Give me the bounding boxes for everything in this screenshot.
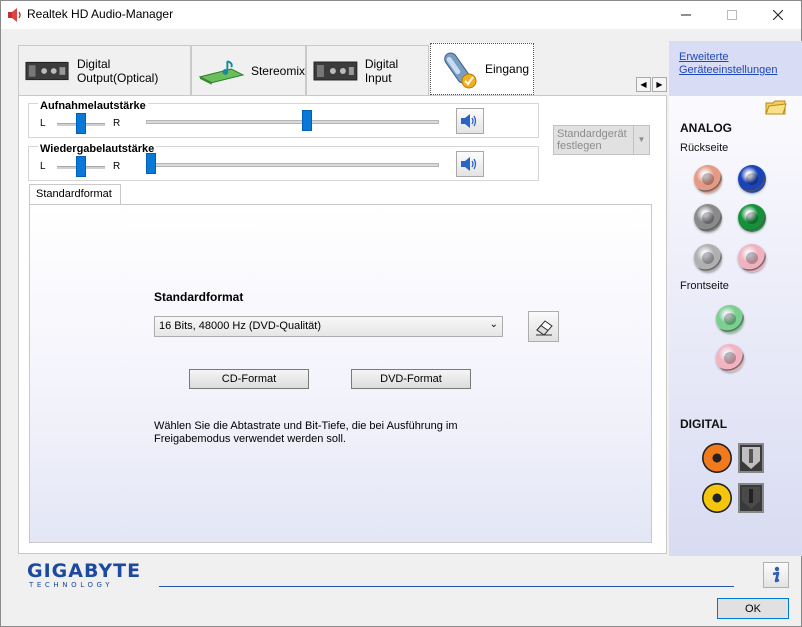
tab-scroll-right-button[interactable]: ▶ — [652, 77, 667, 92]
reset-format-button[interactable] — [528, 311, 559, 342]
tab-stereomix[interactable]: Stereomix — [191, 45, 306, 95]
digital-input-device-icon — [313, 61, 358, 80]
brand-sub: TECHNOLOGY — [29, 581, 114, 589]
info-button[interactable] — [763, 562, 789, 588]
recording-volume-slider[interactable] — [301, 110, 312, 131]
playback-balance-slider[interactable] — [76, 156, 86, 177]
speaker-icon — [461, 157, 477, 171]
front-jack-icon[interactable] — [716, 305, 744, 333]
back-jack-icon[interactable] — [738, 165, 766, 193]
app-window: Realtek HD Audio-Manager Digital Output(… — [0, 0, 802, 627]
microphone-check-icon — [444, 52, 477, 89]
tab-label: Stereomix — [250, 63, 305, 78]
advanced-device-settings-link[interactable]: Erweiterte Geräteeinstellungen — [679, 51, 777, 77]
connector-sidebar — [669, 41, 802, 556]
playback-volume-slider[interactable] — [146, 153, 156, 174]
back-panel-label: Rückseite — [680, 142, 729, 154]
tab-scroll-left-button[interactable]: ◀ — [636, 77, 651, 92]
jack-hole — [724, 352, 736, 364]
close-button[interactable] — [755, 1, 801, 29]
arrow-right-icon: ▶ — [656, 80, 663, 89]
device-tab-bar: Digital Output(Optical) Stereomix Digita… — [18, 43, 668, 95]
format-select-value: 16 Bits, 48000 Hz (DVD-Qualität) — [159, 320, 322, 332]
tab-digital-output-optical[interactable]: Digital Output(Optical) — [18, 45, 191, 95]
tab-label: Digital Input — [364, 56, 399, 85]
spdif-coax-input-icon[interactable] — [702, 483, 732, 513]
digital-heading: DIGITAL — [680, 417, 728, 431]
jack-hole — [702, 212, 714, 224]
ok-button[interactable]: OK — [717, 598, 789, 619]
cd-format-button[interactable]: CD-Format — [189, 369, 309, 389]
arrow-left-icon: ◀ — [640, 80, 647, 89]
tab-eingang[interactable]: Eingang — [430, 43, 534, 95]
jack-hole — [746, 252, 758, 264]
close-icon — [773, 10, 783, 20]
tab-label: Digital Output(Optical) — [76, 56, 159, 85]
jack-hole — [702, 252, 714, 264]
gigabyte-logo: GIGABYTE TECHNOLOGY — [27, 560, 142, 590]
optical-input-icon[interactable] — [738, 483, 764, 513]
analog-heading: ANALOG — [680, 121, 732, 135]
format-title: Standardformat — [154, 290, 244, 304]
dvd-format-button[interactable]: DVD-Format — [351, 369, 471, 389]
tab-label: Eingang — [485, 62, 530, 76]
back-jack-icon[interactable] — [694, 165, 722, 193]
digital-output-device-icon — [25, 61, 69, 80]
format-select[interactable]: 16 Bits, 48000 Hz (DVD-Qualität) ⌄ — [154, 316, 503, 337]
jack-hole — [724, 313, 736, 325]
divider — [159, 586, 734, 587]
playback-volume-track — [146, 163, 439, 167]
format-description: Wählen Sie die Abtastrate und Bit-Tiefe,… — [154, 420, 484, 446]
jack-hole — [702, 173, 714, 185]
brand-name: GIGABYTE — [27, 560, 142, 582]
optical-port-shape — [742, 447, 760, 469]
back-jack-icon[interactable] — [694, 244, 722, 272]
jack-hole — [746, 212, 758, 224]
chevron-down-icon: ⌄ — [489, 319, 498, 330]
title-bar: Realtek HD Audio-Manager — [1, 1, 801, 29]
format-description-line-1: Wählen Sie die Abtastrate und Bit-Tiefe,… — [154, 420, 458, 432]
balance-left-label: L — [40, 118, 46, 129]
format-description-line-2: Freigabemodus verwendet werden soll. — [154, 433, 346, 445]
set-default-device-button[interactable]: Standardgerät festlegen ▼ — [553, 125, 650, 155]
front-panel-label: Frontseite — [680, 280, 729, 292]
tab-standardformat[interactable]: Standardformat — [29, 184, 121, 205]
stereomix-device-icon — [198, 59, 245, 85]
playback-volume-group: Wiedergabelautstärke L R — [28, 143, 539, 181]
back-jack-icon[interactable] — [694, 204, 722, 232]
minimize-button[interactable] — [663, 1, 709, 29]
playback-volume-title: Wiedergabelautstärke — [38, 143, 157, 155]
eraser-icon — [535, 319, 553, 336]
maximize-icon — [727, 10, 737, 20]
back-jack-icon[interactable] — [738, 204, 766, 232]
chevron-down-icon: ▼ — [633, 126, 649, 154]
balance-right-label: R — [113, 161, 121, 172]
folder-icon[interactable] — [765, 98, 787, 116]
format-panel — [29, 204, 652, 543]
back-jack-icon[interactable] — [738, 244, 766, 272]
spdif-coax-output-icon[interactable] — [702, 443, 732, 473]
advanced-link-line-1: Erweiterte — [679, 51, 729, 63]
recording-volume-title: Aufnahmelautstärke — [38, 100, 148, 112]
front-jack-icon[interactable] — [716, 344, 744, 372]
playback-mute-button[interactable] — [456, 151, 484, 177]
jack-hole — [746, 173, 758, 185]
balance-left-label: L — [40, 161, 46, 172]
balance-right-label: R — [113, 118, 121, 129]
recording-balance-slider[interactable] — [76, 113, 86, 134]
info-icon — [772, 566, 780, 583]
recording-volume-group: Aufnahmelautstärke L R — [28, 100, 539, 138]
tab-digital-input[interactable]: Digital Input — [306, 45, 429, 95]
maximize-button[interactable] — [709, 1, 755, 29]
recording-volume-track — [146, 120, 439, 124]
optical-output-icon[interactable] — [738, 443, 764, 473]
window-title: Realtek HD Audio-Manager — [27, 7, 174, 21]
advanced-link-line-2: Geräteeinstellungen — [679, 64, 778, 76]
speaker-app-icon — [8, 8, 21, 22]
optical-port-shape — [742, 487, 760, 509]
speaker-icon — [461, 114, 477, 128]
recording-mute-button[interactable] — [456, 108, 484, 134]
minimize-icon — [681, 14, 691, 16]
